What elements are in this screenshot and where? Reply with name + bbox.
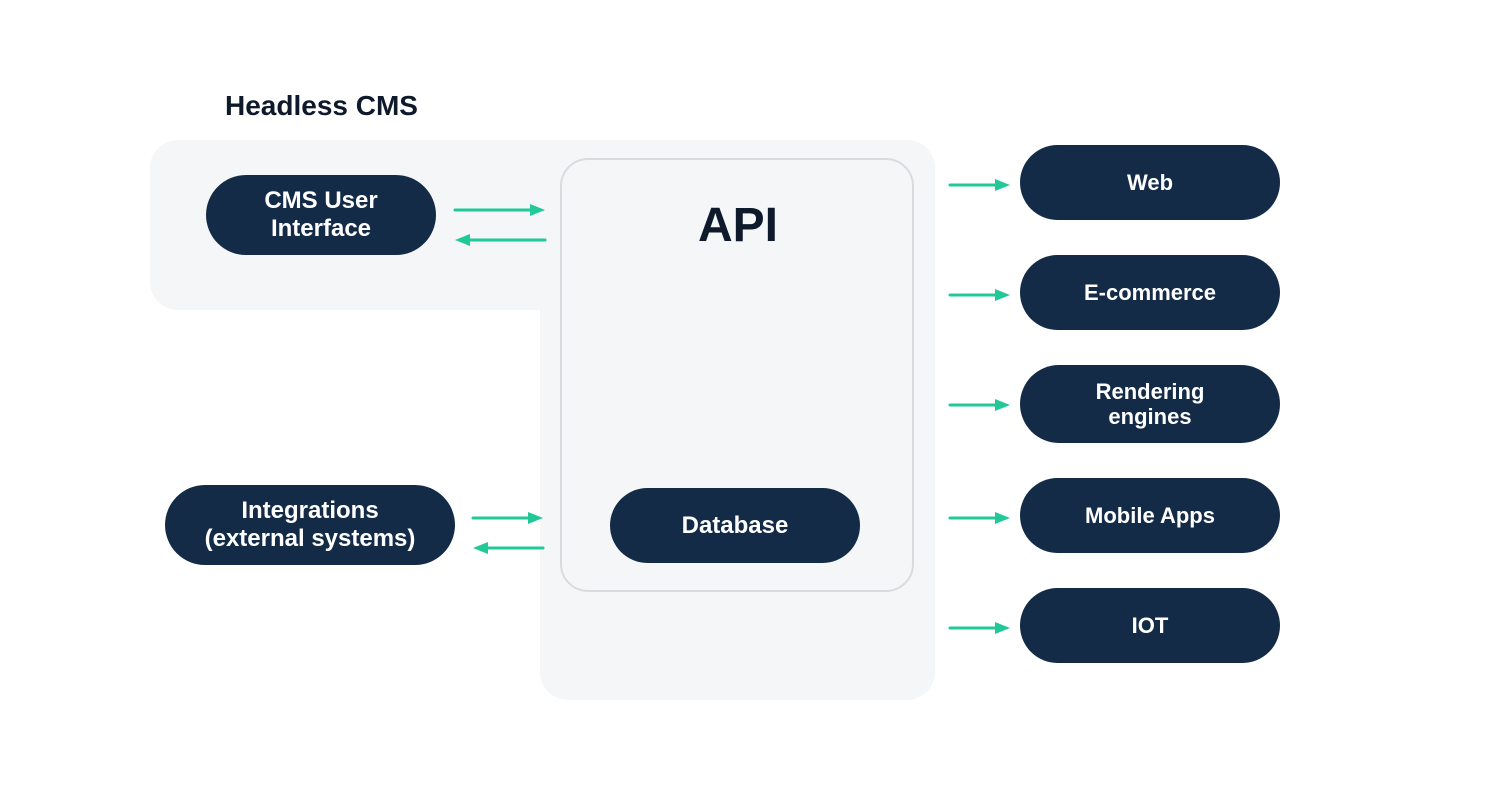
output-ecommerce: E-commerce [1020, 255, 1280, 330]
diagram-canvas: Headless CMS API CMS User Interface Data… [0, 0, 1501, 801]
arrow-to-rendering [945, 395, 1015, 415]
output-rendering: Rendering engines [1020, 365, 1280, 443]
arrow-to-ecommerce [945, 285, 1015, 305]
output-mobile: Mobile Apps [1020, 478, 1280, 553]
output-iot: IOT [1020, 588, 1280, 663]
arrow-cms-to-api [450, 200, 550, 220]
arrow-api-to-integrations [468, 538, 548, 558]
arrow-to-mobile [945, 508, 1015, 528]
arrow-api-to-cms [450, 230, 550, 250]
diagram-title: Headless CMS [225, 90, 418, 122]
api-label: API [698, 198, 778, 253]
node-cms-ui: CMS User Interface [206, 175, 436, 255]
arrow-to-web [945, 175, 1015, 195]
output-web: Web [1020, 145, 1280, 220]
node-integrations: Integrations (external systems) [165, 485, 455, 565]
node-database: Database [610, 488, 860, 563]
arrow-integrations-to-api [468, 508, 548, 528]
arrow-to-iot [945, 618, 1015, 638]
